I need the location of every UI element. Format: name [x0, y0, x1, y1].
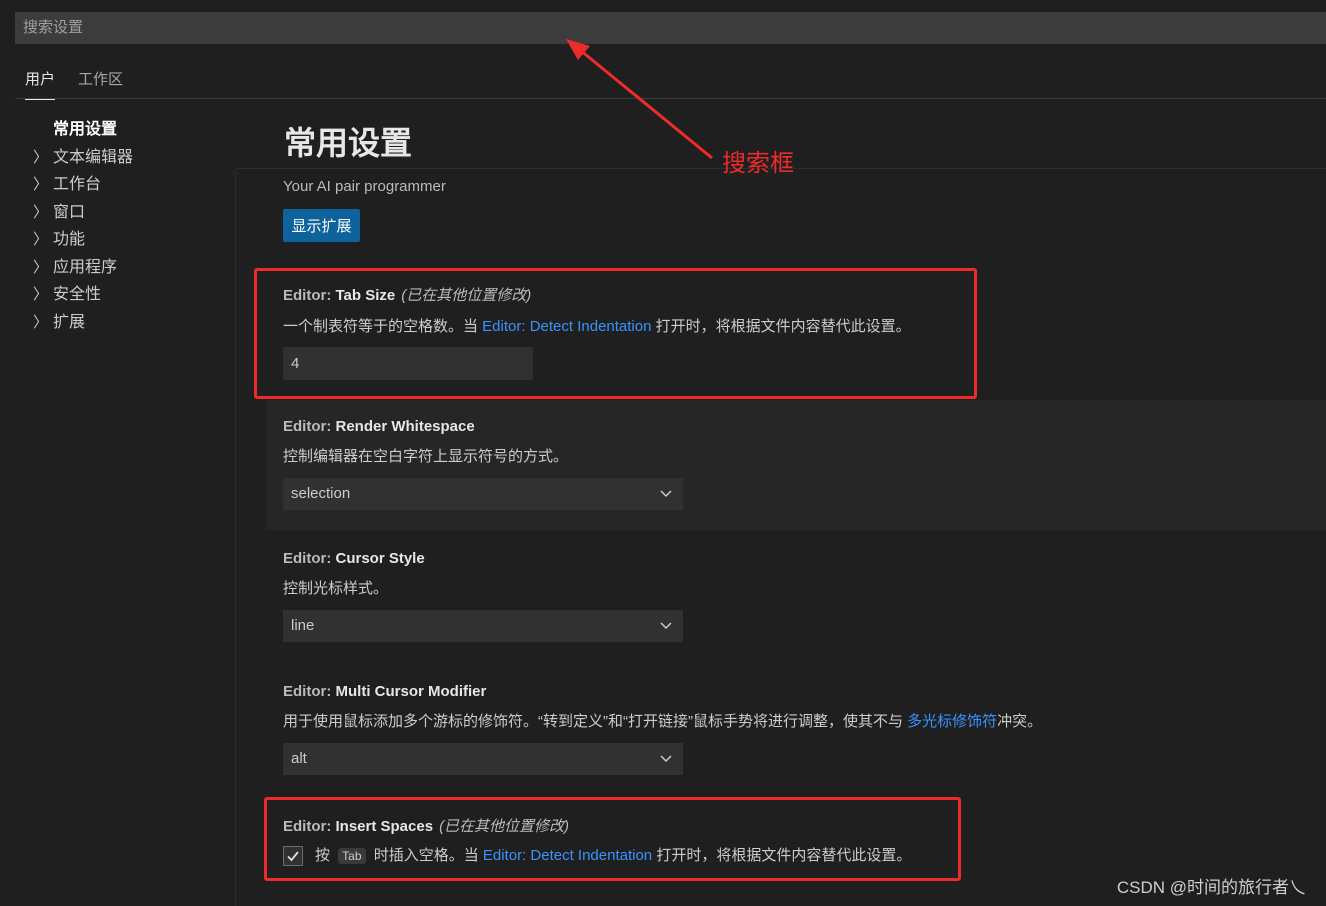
watermark: CSDN @时间的旅行者乀: [1116, 878, 1306, 897]
annotation-arrow: [566, 39, 713, 160]
annotation-label: 搜索框: [722, 150, 794, 177]
